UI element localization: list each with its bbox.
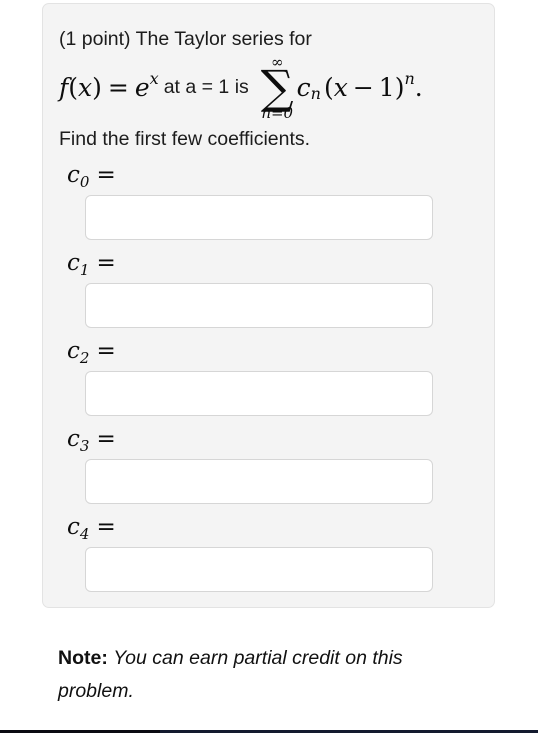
answer-input-c2[interactable] bbox=[85, 371, 433, 416]
equation-period: . bbox=[414, 72, 423, 102]
term-power: n bbox=[404, 68, 415, 88]
note-text: You can earn partial credit on this prob… bbox=[58, 647, 403, 702]
exponential-exponent: x bbox=[149, 68, 159, 88]
coefficient-row-c2: c2 = bbox=[59, 338, 468, 416]
coefficient-index: n bbox=[310, 83, 321, 103]
function-variable: x bbox=[78, 72, 93, 102]
summation-lower-limit: n=0 bbox=[261, 104, 294, 123]
sigma-icon: ∑ bbox=[260, 59, 294, 114]
coefficient-label-c1: c1 = bbox=[67, 250, 468, 279]
coefficient-row-c4: c4 = bbox=[59, 514, 468, 592]
answer-input-c4[interactable] bbox=[85, 547, 433, 592]
coefficient-row-c0: c0 = bbox=[59, 162, 468, 240]
coefficient-row-c1: c1 = bbox=[59, 250, 468, 328]
open-paren: ( bbox=[68, 72, 79, 102]
term-variable: x bbox=[333, 72, 348, 102]
partial-credit-note: Note: You can earn partial credit on thi… bbox=[58, 642, 478, 708]
coefficient-subscript-c4: 4 bbox=[79, 525, 90, 543]
term-open-paren: ( bbox=[323, 72, 334, 102]
coefficient-symbol: c bbox=[296, 72, 311, 102]
coefficient-symbol-c1: c bbox=[67, 250, 80, 276]
answer-input-c0[interactable] bbox=[85, 195, 433, 240]
exponential-base: e bbox=[134, 72, 150, 102]
equals-sign: = bbox=[107, 72, 129, 102]
coefficient-subscript-c1: 1 bbox=[79, 261, 90, 279]
function-name: f bbox=[59, 72, 69, 102]
coefficient-subscript-c2: 2 bbox=[79, 349, 90, 367]
term-minus-sign: − bbox=[352, 72, 374, 102]
coefficient-symbol-c3: c bbox=[67, 426, 80, 452]
bottom-divider-accent bbox=[160, 730, 538, 733]
coefficient-symbol-c2: c bbox=[67, 338, 80, 364]
coefficient-equals-c1: = bbox=[96, 250, 116, 276]
close-paren: ) bbox=[92, 72, 102, 102]
coefficient-equals-c4: = bbox=[96, 514, 116, 540]
answer-input-c1[interactable] bbox=[85, 283, 433, 328]
note-label: Note: bbox=[58, 647, 108, 669]
coefficient-label-c2: c2 = bbox=[67, 338, 468, 367]
term-center-value: 1 bbox=[378, 72, 395, 102]
coefficient-label-c4: c4 = bbox=[67, 514, 468, 543]
coefficient-subscript-c3: 3 bbox=[79, 437, 90, 455]
coefficient-equals-c0: = bbox=[96, 162, 116, 188]
term-close-paren: ) bbox=[394, 72, 405, 102]
problem-card: (1 point) The Taylor series for f(x) = e… bbox=[42, 3, 495, 608]
coefficient-symbol-c0: c bbox=[67, 162, 80, 188]
center-point-text: at a = 1 is bbox=[163, 75, 249, 98]
problem-prompt: (1 point) The Taylor series for bbox=[59, 28, 312, 50]
coefficient-equals-c3: = bbox=[96, 426, 116, 452]
coefficient-equals-c2: = bbox=[96, 338, 116, 364]
coefficient-label-c0: c0 = bbox=[67, 162, 468, 191]
coefficient-label-c3: c3 = bbox=[67, 426, 468, 455]
coefficient-symbol-c4: c bbox=[67, 514, 80, 540]
coefficient-row-c3: c3 = bbox=[59, 426, 468, 504]
taylor-series-equation: f(x) = ex at a = 1 is ∞ ∑ n=0 cn (x −1) n. bbox=[59, 54, 468, 121]
instruction-text: Find the first few coefficients. bbox=[59, 128, 311, 150]
summation-operator: ∞ ∑ n=0 bbox=[260, 54, 294, 123]
answer-input-c3[interactable] bbox=[85, 459, 433, 504]
coefficient-subscript-c0: 0 bbox=[79, 173, 90, 191]
